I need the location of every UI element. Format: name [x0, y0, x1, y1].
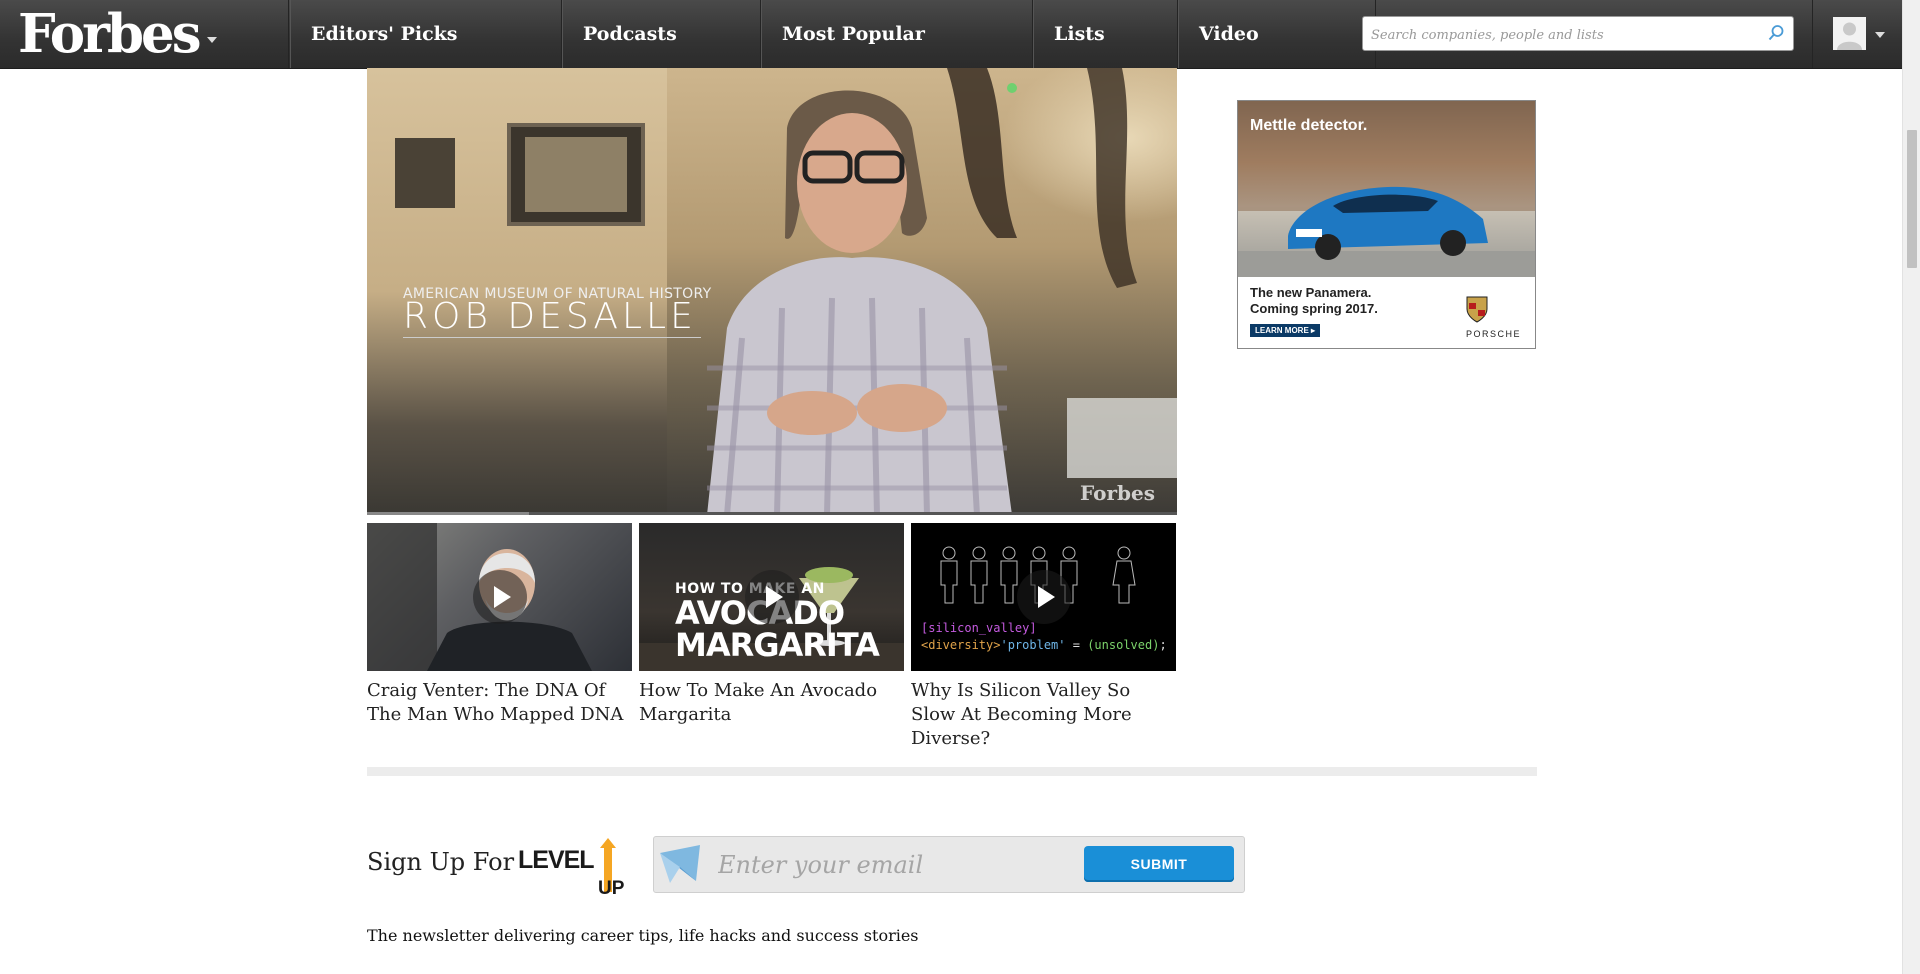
user-menu[interactable] [1812, 0, 1903, 68]
thumbnail-code-line: <diversity>'problem' = (unsolved); [921, 638, 1167, 652]
video-thumbnail-image[interactable]: [silicon_valley] <diversity>'problem' = … [911, 523, 1176, 671]
code-token: = [1065, 638, 1088, 652]
levelup-logo: LEVEL UP [518, 838, 625, 896]
code-token: ; [1159, 638, 1167, 652]
video-thumbnail-card[interactable]: HOW TO MAKE AN AVOCADO MARGARITA How To … [639, 523, 904, 727]
avatar[interactable] [1833, 17, 1866, 50]
user-menu-caret-icon[interactable] [1875, 32, 1885, 38]
video-progress-fill [367, 512, 529, 515]
levelup-logo-level-text: LEVEL [518, 846, 594, 874]
newsletter-signup-label: Sign Up For [367, 848, 515, 876]
video-thumbnail-title[interactable]: Why Is Silicon Valley So Slow At Becomin… [911, 679, 1176, 751]
submit-button[interactable]: SUBMIT [1084, 846, 1234, 882]
scrollbar-thumb[interactable] [1907, 130, 1917, 268]
code-token: (unsolved) [1087, 638, 1160, 652]
video-background-frame-small [395, 138, 455, 208]
porsche-advertisement[interactable]: Mettle detector. The new Panamera. Comin… [1237, 100, 1536, 349]
video-thumbnail-title[interactable]: How To Make An Avocado Margarita [639, 679, 904, 727]
video-presenter [707, 90, 1012, 515]
ad-subheadline[interactable]: The new Panamera. Coming spring 2017. [1250, 285, 1378, 317]
video-thumbnail-card[interactable]: Craig Venter: The DNA Of The Man Who Map… [367, 523, 632, 727]
envelope-icon [660, 845, 700, 883]
ad-learn-more-button[interactable]: LEARN MORE ▸ [1250, 324, 1321, 337]
search-box[interactable] [1362, 16, 1794, 51]
search-icon[interactable] [1767, 24, 1785, 46]
nav-item-lists[interactable]: Lists [1033, 0, 1178, 68]
code-token: <diversity> [921, 638, 1001, 652]
newsletter-tagline: The newsletter delivering career tips, l… [367, 926, 919, 945]
play-button-icon[interactable] [1016, 570, 1071, 624]
video-watermark: Forbes [1080, 481, 1155, 505]
thumbnail-overlay-line: MARGARITA [675, 626, 880, 664]
newsletter-email-form[interactable]: SUBMIT [653, 836, 1245, 893]
email-input[interactable] [716, 849, 1060, 881]
video-thumbnail-card[interactable]: [silicon_valley] <diversity>'problem' = … [911, 523, 1176, 751]
levelup-logo-up-text: UP [598, 878, 625, 896]
nav-item-editors-picks[interactable]: Editors' Picks [290, 0, 562, 68]
top-navigation-bar: Forbes Editors' Picks Podcasts Most Popu… [0, 0, 1902, 69]
forbes-logo[interactable]: Forbes [18, 0, 289, 68]
video-caption-name: ROB DESALLE [403, 296, 701, 338]
play-button-icon[interactable] [744, 570, 799, 624]
page-scrollbar[interactable] [1902, 0, 1920, 974]
section-divider [367, 767, 1537, 776]
video-thumbnail-image[interactable] [367, 523, 632, 671]
ad-brand-name: PORSCHE [1465, 329, 1521, 339]
code-token: 'problem' [1000, 638, 1066, 652]
video-background-frame [507, 123, 645, 226]
porsche-crest-icon [1466, 296, 1488, 323]
video-thumbnail-image[interactable]: HOW TO MAKE AN AVOCADO MARGARITA [639, 523, 904, 671]
search-input[interactable] [1369, 23, 1753, 47]
forbes-logo-text[interactable]: Forbes [18, 3, 202, 65]
featured-video-player[interactable]: AMERICAN MUSEUM OF NATURAL HISTORY ROB D… [367, 68, 1177, 515]
nav-item-podcasts[interactable]: Podcasts [562, 0, 761, 68]
video-progress-bar[interactable] [367, 512, 1177, 515]
ad-subheadline-line[interactable]: The new Panamera. [1250, 285, 1378, 301]
ad-headline[interactable]: Mettle detector. [1250, 117, 1367, 135]
nav-item-video[interactable]: Video [1178, 0, 1376, 68]
thumbnail-code-line: [silicon_valley] [921, 621, 1037, 635]
ad-subheadline-line[interactable]: Coming spring 2017. [1250, 301, 1378, 317]
logo-menu-caret-icon[interactable] [206, 37, 217, 43]
video-thumbnail-title[interactable]: Craig Venter: The DNA Of The Man Who Map… [367, 679, 632, 727]
nav-item-most-popular[interactable]: Most Popular [761, 0, 1033, 68]
play-button-icon[interactable] [472, 570, 527, 624]
ad-photo[interactable]: Mettle detector. [1238, 101, 1535, 277]
